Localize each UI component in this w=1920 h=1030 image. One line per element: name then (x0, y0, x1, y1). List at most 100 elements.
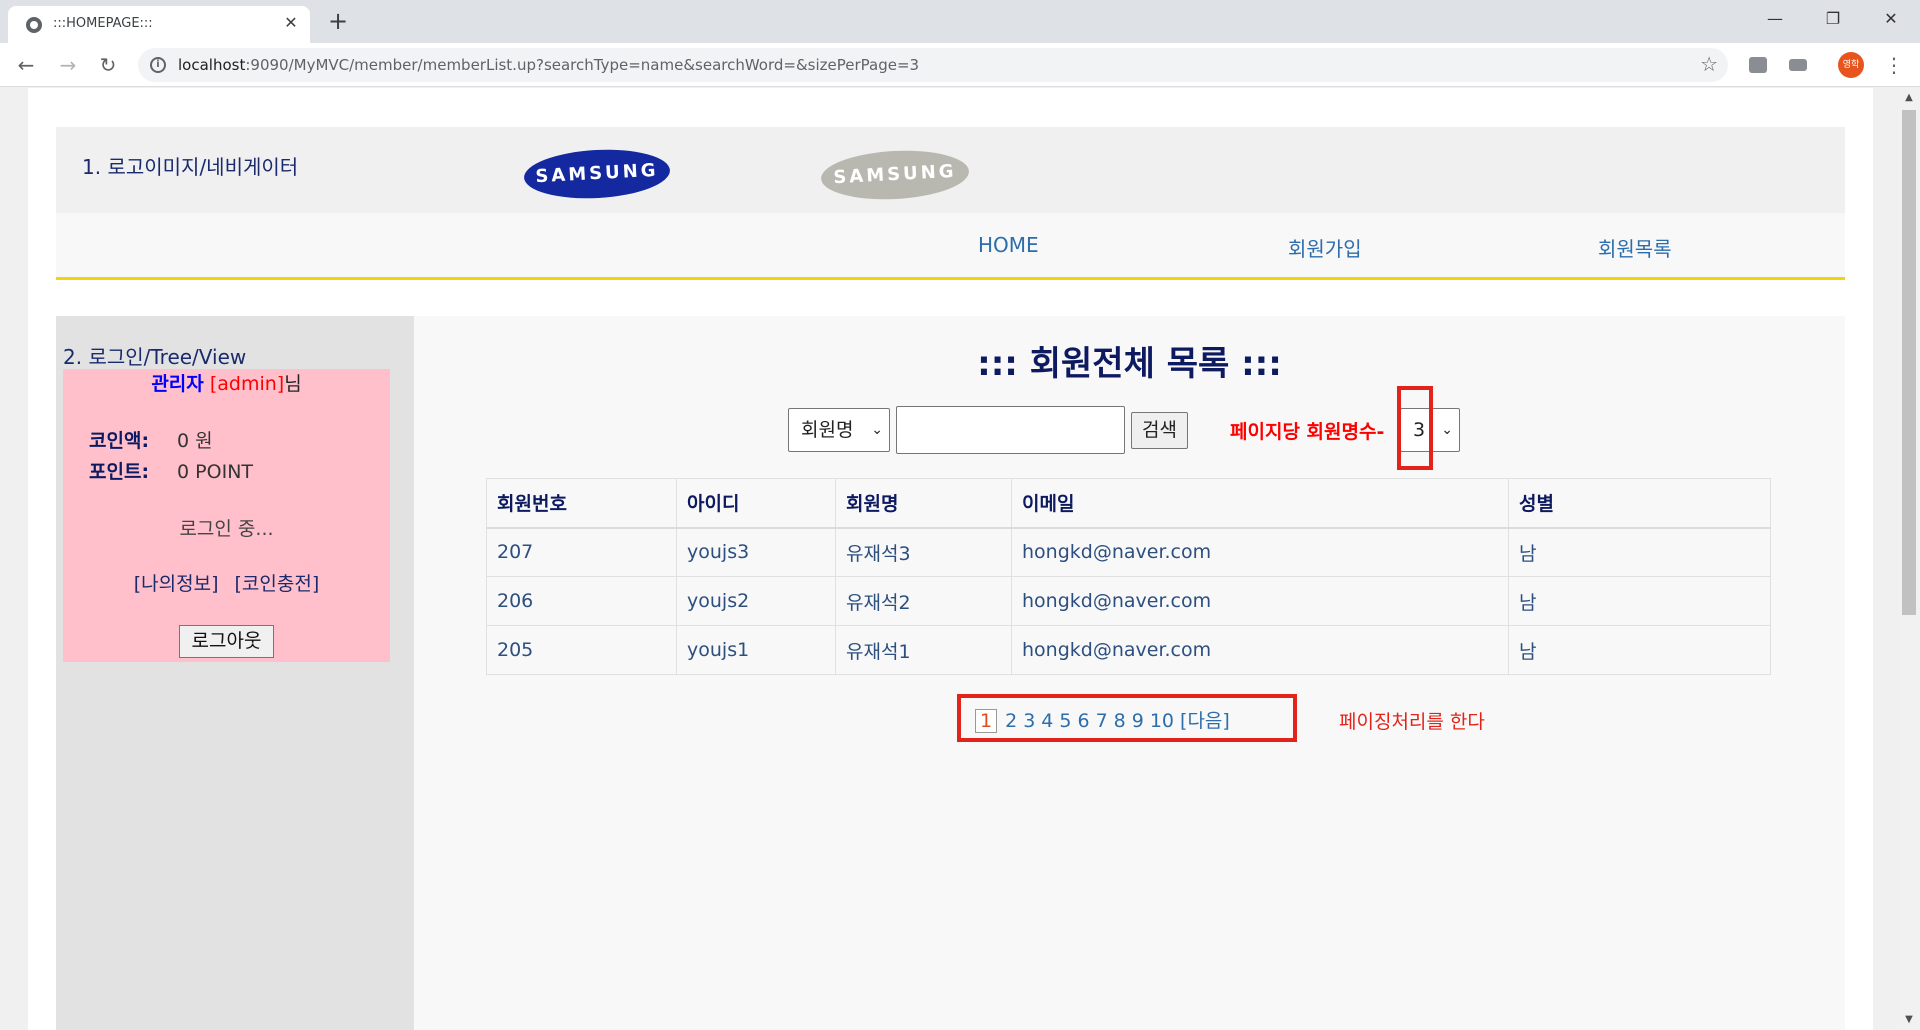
reload-icon[interactable]: ↻ (94, 51, 122, 79)
vertical-scrollbar[interactable]: ▲ ▼ (1898, 88, 1920, 1030)
table-cell: 유재석3 (835, 527, 1012, 577)
tab-strip: :::HOMEPAGE::: ✕ + — ❐ ✕ (0, 0, 1920, 43)
table-cell: hongkd@naver.com (1011, 625, 1509, 675)
new-tab-button[interactable]: + (324, 8, 352, 36)
table-cell: 유재석1 (835, 625, 1012, 675)
table-cell: 205 (486, 625, 677, 675)
scroll-up-arrow-icon[interactable]: ▲ (1898, 88, 1920, 108)
column-header: 성별 (1508, 478, 1771, 529)
tab-title: :::HOMEPAGE::: (53, 16, 153, 31)
page-link[interactable]: 5 (1059, 710, 1071, 732)
table-cell: 206 (486, 576, 677, 626)
admin-suffix: 님 (284, 373, 302, 395)
column-header: 회원번호 (486, 478, 677, 529)
admin-id: [admin] (209, 373, 285, 395)
url-host: localhost (178, 56, 246, 74)
search-input[interactable] (896, 406, 1125, 454)
table-row[interactable]: 205 youjs1 유재석1 hongkd@naver.com 남 (486, 625, 1771, 675)
page-link[interactable]: 8 (1114, 710, 1126, 732)
point-row: 포인트: 0 POINT (89, 457, 253, 484)
search-type-value: 회원명 (801, 419, 854, 441)
chevron-down-icon: ⌄ (871, 422, 883, 438)
more-menu-icon[interactable]: ⋮ (1884, 51, 1904, 79)
page-link[interactable]: 10 (1150, 710, 1174, 732)
column-header: 이메일 (1011, 478, 1509, 529)
table-cell: hongkd@naver.com (1011, 576, 1509, 626)
search-button[interactable]: 검색 (1131, 412, 1188, 449)
login-links: [나의정보] [코인충전] (63, 569, 390, 596)
point-label: 포인트: (89, 461, 150, 483)
url-path: :9090/MyMVC/member/memberList.up?searchT… (245, 56, 920, 74)
header-logo-section: 1. 로고이미지/네비게이터 SAMSUNG SAMSUNG (56, 127, 1845, 213)
cast-icon[interactable] (1789, 59, 1807, 71)
page-title: ::: 회원전체 목록 ::: (977, 344, 1282, 384)
next-page-link[interactable]: [다음] (1180, 706, 1230, 733)
table-cell: 유재석2 (835, 576, 1012, 626)
pagination: 1 2 3 4 5 6 7 8 9 10 [다음] (957, 694, 1297, 742)
chevron-down-icon: ⌄ (1441, 422, 1453, 438)
table-header-row: 회원번호 아이디 회원명 이메일 성별 (486, 478, 1771, 529)
table-cell: youjs3 (676, 527, 836, 577)
browser-tab[interactable]: :::HOMEPAGE::: ✕ (8, 6, 310, 43)
coin-charge-link[interactable]: [코인충전] (235, 573, 320, 595)
login-info-box: 관리자 [admin]님 코인액: 0 원 포인트: 0 POINT 로그인 중… (63, 369, 390, 662)
forward-arrow-icon[interactable]: → (54, 51, 82, 79)
coin-value: 0 원 (177, 430, 213, 452)
nav-register[interactable]: 회원가입 (1288, 233, 1362, 262)
nav-home[interactable]: HOME (978, 233, 1039, 257)
samsung-logo-blue[interactable]: SAMSUNG (522, 146, 672, 202)
url-field[interactable]: i localhost:9090/MyMVC/member/memberList… (138, 48, 1728, 82)
bookmark-star-icon[interactable]: ☆ (1700, 52, 1718, 76)
table-cell: youjs2 (676, 576, 836, 626)
scroll-down-arrow-icon[interactable]: ▼ (1898, 1010, 1920, 1030)
restore-button[interactable]: ❐ (1810, 4, 1856, 34)
search-type-select[interactable]: 회원명 ⌄ (788, 408, 890, 452)
scroll-thumb[interactable] (1902, 110, 1916, 615)
logout-button[interactable]: 로그아웃 (179, 625, 274, 658)
my-info-link[interactable]: [나의정보] (134, 573, 219, 595)
page-link[interactable]: 4 (1041, 710, 1053, 732)
address-bar: ← → ↻ i localhost:9090/MyMVC/member/memb… (0, 43, 1920, 87)
perpage-label: 페이지당 회원명수- (1230, 421, 1385, 443)
pagination-links: 1 2 3 4 5 6 7 8 9 10 [다음] (975, 706, 1236, 734)
header-label: 1. 로고이미지/네비게이터 (82, 155, 299, 179)
column-header: 아이디 (676, 478, 836, 529)
page-link[interactable]: 9 (1132, 710, 1144, 732)
tab-close-icon[interactable]: ✕ (280, 12, 302, 34)
coin-row: 코인액: 0 원 (89, 426, 213, 453)
table-cell: youjs1 (676, 625, 836, 675)
page-link[interactable]: 3 (1023, 710, 1035, 732)
profile-avatar[interactable]: 영학 (1838, 52, 1864, 78)
table-cell: 207 (486, 527, 677, 577)
table-cell: 남 (1508, 576, 1771, 626)
url-text[interactable]: localhost:9090/MyMVC/member/memberList.u… (178, 56, 919, 74)
minimize-button[interactable]: — (1752, 4, 1798, 34)
nav-member-list[interactable]: 회원목록 (1598, 233, 1672, 262)
member-table: 회원번호 아이디 회원명 이메일 성별 207 youjs3 유재석3 hong… (486, 478, 1771, 675)
login-status: 로그인 중... (179, 518, 274, 540)
table-row[interactable]: 206 youjs2 유재석2 hongkd@naver.com 남 (486, 576, 1771, 626)
nav-menu: HOME 회원가입 회원목록 (56, 213, 1845, 280)
sidebar-title: 2. 로그인/Tree/View (63, 345, 247, 369)
page-current: 1 (975, 709, 998, 733)
main-content: ::: 회원전체 목록 ::: 회원명 ⌄ 검색 페이지당 회원명수- 3 ⌄ … (414, 316, 1845, 1030)
page-link[interactable]: 2 (1005, 710, 1017, 732)
table-cell: 남 (1508, 625, 1771, 675)
globe-icon (26, 17, 42, 33)
page-link[interactable]: 7 (1096, 710, 1108, 732)
table-cell: 남 (1508, 527, 1771, 577)
sidebar: 2. 로그인/Tree/View 관리자 [admin]님 코인액: 0 원 포… (56, 316, 414, 1030)
table-row[interactable]: 207 youjs3 유재석3 hongkd@naver.com 남 (486, 527, 1771, 577)
info-icon[interactable]: i (150, 57, 166, 73)
pager-note: 페이징처리를 한다 (1339, 711, 1485, 733)
table-cell: hongkd@naver.com (1011, 527, 1509, 577)
point-value: 0 POINT (177, 461, 254, 483)
back-arrow-icon[interactable]: ← (12, 51, 40, 79)
close-window-button[interactable]: ✕ (1868, 4, 1914, 34)
samsung-logo-gray[interactable]: SAMSUNG (819, 147, 971, 203)
page-viewport: 1. 로고이미지/네비게이터 SAMSUNG SAMSUNG HOME 회원가입… (28, 88, 1873, 1030)
extension-icon[interactable] (1749, 57, 1767, 73)
admin-role: 관리자 (151, 373, 204, 395)
coin-label: 코인액: (89, 430, 150, 452)
page-link[interactable]: 6 (1077, 710, 1089, 732)
